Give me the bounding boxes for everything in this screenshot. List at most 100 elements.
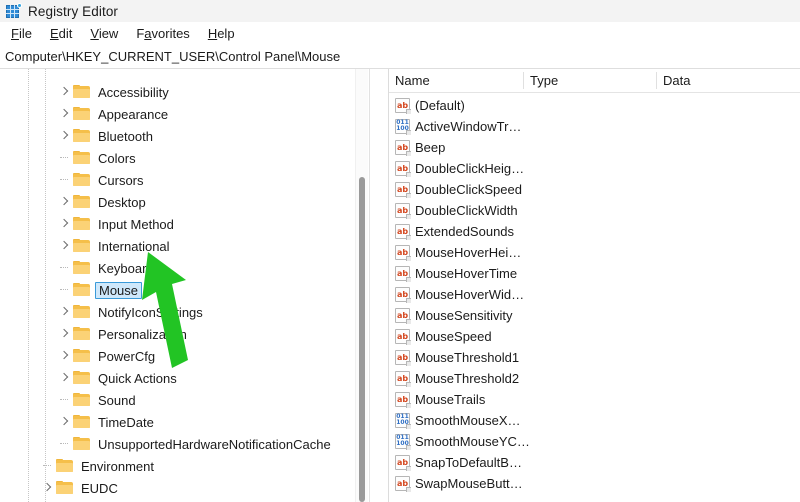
value-name-cell: ActiveWindowTr… (415, 119, 522, 134)
registry-key-tree[interactable]: Accessibility Appearance Bluetooth Colors Cu… (0, 69, 368, 502)
tree-item-eudc[interactable]: EUDC (40, 477, 120, 499)
tree-item-bluetooth[interactable]: Bluetooth (57, 125, 155, 147)
string-value-icon: ab (395, 245, 411, 261)
value-row[interactable]: abMouseHoverTimeREG_SZ100 (389, 263, 800, 284)
tree-item-personalization[interactable]: Personalization (57, 323, 189, 345)
window-title: Registry Editor (28, 3, 119, 19)
chevron-right-icon[interactable] (40, 477, 56, 499)
tree-item-notifyiconsettings[interactable]: NotifyIconSettings (57, 301, 205, 323)
value-name-cell: SwapMouseButt… (415, 476, 523, 491)
menu-item-file[interactable]: File (2, 24, 41, 43)
value-row[interactable]: abExtendedSoundsREG_SZNo (389, 221, 800, 242)
tree-item-label: Appearance (98, 106, 169, 122)
folder-icon (73, 415, 90, 429)
value-row[interactable]: abMouseHoverHei…REG_SZ4 (389, 242, 800, 263)
binary-value-icon: 011 100 (395, 119, 411, 135)
folder-icon (73, 217, 90, 231)
tree-item-mouse[interactable]: Mouse (57, 279, 143, 301)
folder-icon (73, 85, 90, 99)
chevron-right-icon[interactable] (57, 81, 73, 103)
tree-leaf-connector-icon (57, 147, 73, 169)
column-header-name[interactable]: Name (389, 69, 524, 92)
tree-item-label: EUDC (81, 480, 118, 496)
tree-item-unsupportedhardwarenotificationcache[interactable]: UnsupportedHardwareNotificationCache (57, 433, 333, 455)
tree-item-quick-actions[interactable]: Quick Actions (57, 367, 179, 389)
title-bar: Registry Editor (0, 0, 800, 22)
menu-item-edit[interactable]: Edit (41, 24, 81, 43)
column-header-data[interactable]: Data (657, 69, 800, 92)
folder-icon (73, 151, 90, 165)
value-name-cell: DoubleClickWidth (415, 203, 518, 218)
tree-item-label: PowerCfg (98, 348, 156, 364)
value-row[interactable]: abDoubleClickSpeedREG_SZ550 (389, 179, 800, 200)
tree-scrollbar[interactable] (355, 69, 368, 502)
folder-icon (56, 481, 73, 495)
registry-values-list[interactable]: Name Type Data ab(Default)REG_SZ(value n… (388, 69, 800, 502)
tree-item-label: TimeDate (98, 414, 154, 430)
registry-editor-window: Registry Editor File Edit View Favorites Hel… (0, 0, 800, 502)
value-row[interactable]: 011100SmoothMouseYC…REG_BINARY00 00 00 0… (389, 431, 800, 452)
value-row[interactable]: abMouseTrailsREG_SZ0 (389, 389, 800, 410)
tree-item-powercfg[interactable]: PowerCfg (57, 345, 157, 367)
value-row[interactable]: abMouseThreshold2REG_SZ0 (389, 368, 800, 389)
value-row[interactable]: ab(Default)REG_SZ(value not set) (389, 95, 800, 116)
tree-item-desktop[interactable]: Desktop (57, 191, 148, 213)
tree-item-sound[interactable]: Sound (57, 389, 138, 411)
value-name-cell: MouseThreshold1 (415, 350, 520, 365)
value-row[interactable]: abMouseSensitivityREG_SZ10 (389, 305, 800, 326)
tree-leaf-connector-icon (40, 455, 56, 477)
value-row[interactable]: 011100SmoothMouseX…REG_BINARY00 00 00 00… (389, 410, 800, 431)
string-value-icon: ab (395, 98, 411, 114)
value-row[interactable]: abSwapMouseButt…REG_SZ0 (389, 473, 800, 494)
value-name-cell: MouseSensitivity (415, 308, 513, 323)
chevron-right-icon[interactable] (57, 411, 73, 433)
chevron-right-icon[interactable] (57, 125, 73, 147)
value-row[interactable]: abSnapToDefaultB…REG_SZ0 (389, 452, 800, 473)
chevron-right-icon[interactable] (57, 103, 73, 125)
value-row[interactable]: abMouseHoverWid…REG_SZ4 (389, 284, 800, 305)
value-row[interactable]: 011100ActiveWindowTr…REG_DWORD0x00000000… (389, 116, 800, 137)
chevron-right-icon[interactable] (57, 235, 73, 257)
tree-item-label: Keyboard (98, 260, 154, 276)
tree-item-input-method[interactable]: Input Method (57, 213, 176, 235)
value-row[interactable]: abDoubleClickHeig…REG_SZ4 (389, 158, 800, 179)
tree-item-timedate[interactable]: TimeDate (57, 411, 156, 433)
chevron-right-icon[interactable] (57, 345, 73, 367)
chevron-right-icon[interactable] (57, 191, 73, 213)
folder-icon (56, 459, 73, 473)
tree-item-cursors[interactable]: Cursors (57, 169, 146, 191)
address-bar[interactable]: Computer\HKEY_CURRENT_USER\Control Panel… (0, 45, 800, 69)
string-value-icon: ab (395, 476, 411, 492)
tree-item-accessibility[interactable]: Accessibility (57, 81, 171, 103)
folder-icon (73, 327, 90, 341)
folder-icon (73, 239, 90, 253)
value-row[interactable]: abBeepREG_SZNo (389, 137, 800, 158)
tree-item-label: Desktop (98, 194, 146, 210)
chevron-right-icon[interactable] (57, 213, 73, 235)
tree-item-international[interactable]: International (57, 235, 172, 257)
chevron-right-icon[interactable] (57, 301, 73, 323)
string-value-icon: ab (395, 329, 411, 345)
tree-item-keyboard[interactable]: Keyboard (57, 257, 156, 279)
pane-splitter[interactable] (369, 69, 370, 502)
column-header-type[interactable]: Type (524, 69, 657, 92)
menu-item-view[interactable]: View (81, 24, 127, 43)
string-value-icon: ab (395, 371, 411, 387)
tree-item-appearance[interactable]: Appearance (57, 103, 170, 125)
tree-item-colors[interactable]: Colors (57, 147, 138, 169)
value-name-cell: MouseHoverTime (415, 266, 518, 281)
menu-item-help[interactable]: Help (199, 24, 244, 43)
value-row[interactable]: abMouseThreshold1REG_SZ0 (389, 347, 800, 368)
tree-item-label: Personalization (98, 326, 187, 342)
value-row[interactable]: abMouseSpeedREG_SZ0 (389, 326, 800, 347)
tree-leaf-connector-icon (57, 433, 73, 455)
menu-item-favorites[interactable]: Favorites (127, 24, 198, 43)
registry-editor-icon (6, 2, 22, 19)
value-row[interactable]: abDoubleClickWidthREG_SZ4 (389, 200, 800, 221)
tree-item-label: Cursors (98, 172, 144, 188)
tree-item-environment[interactable]: Environment (40, 455, 156, 477)
chevron-right-icon[interactable] (57, 323, 73, 345)
tree-scrollbar-thumb[interactable] (359, 177, 365, 502)
chevron-right-icon[interactable] (57, 367, 73, 389)
folder-icon (73, 305, 90, 319)
